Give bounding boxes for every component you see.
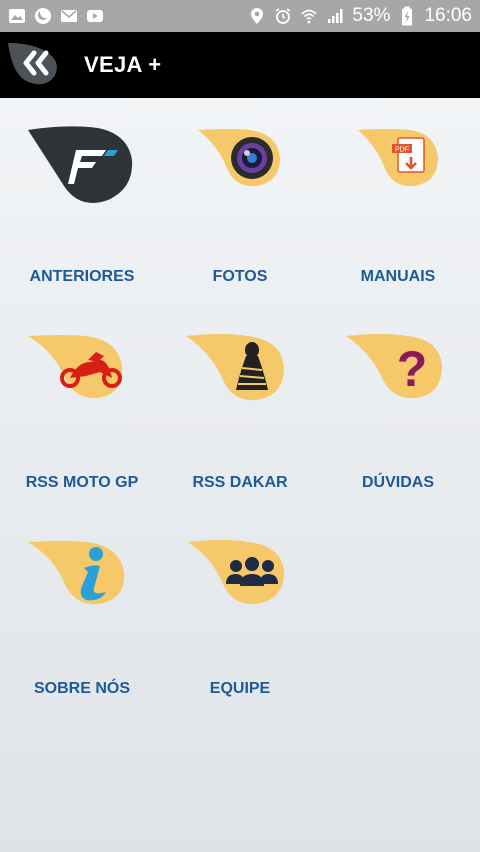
wifi-icon xyxy=(300,7,318,25)
menu-item-duvidas[interactable]: ? DÚVIDAS xyxy=(318,314,478,504)
clock: 16:06 xyxy=(424,5,472,26)
battery-charging-icon xyxy=(398,6,416,26)
motorcycle-icon xyxy=(28,335,123,399)
status-bar-left xyxy=(8,7,104,25)
menu-item-label: EQUIPE xyxy=(209,680,271,697)
mail-icon xyxy=(60,7,78,25)
pdf-download-icon: PDF xyxy=(358,129,438,187)
menu-item-label: DÚVIDAS xyxy=(361,474,434,491)
menu-item-rss-dakar[interactable]: RSS DAKAR xyxy=(160,314,320,504)
moon-app-icon xyxy=(34,7,52,25)
info-icon xyxy=(28,541,125,605)
menu-item-rss-moto-gp[interactable]: RSS MOTO GP xyxy=(2,314,162,504)
youtube-icon xyxy=(86,7,104,25)
status-bar: 53% 16:06 xyxy=(0,0,480,32)
svg-text:PDF: PDF xyxy=(395,147,409,154)
dakar-tuareg-icon xyxy=(186,334,284,401)
question-mark-icon: ? xyxy=(346,334,442,399)
camera-lens-icon xyxy=(198,129,280,187)
menu-item-equipe[interactable]: EQUIPE xyxy=(160,520,320,710)
menu-item-sobre-nos[interactable]: SOBRE NÓS xyxy=(2,520,162,710)
menu-item-anteriores[interactable]: ANTERIORES xyxy=(2,108,162,298)
alarm-icon xyxy=(274,7,292,25)
back-button[interactable] xyxy=(0,32,70,98)
menu-item-label: ANTERIORES xyxy=(29,268,135,285)
menu-item-label: MANUAIS xyxy=(360,268,436,285)
double-chevron-left-icon xyxy=(4,39,66,92)
status-bar-right: 53% 16:06 xyxy=(248,5,472,27)
gallery-icon xyxy=(8,7,26,25)
app-bar: VEJA + xyxy=(0,32,480,98)
signal-icon xyxy=(326,7,344,25)
menu-item-label: RSS DAKAR xyxy=(192,474,288,491)
menu-item-label: RSS MOTO GP xyxy=(25,474,139,491)
page-title: VEJA + xyxy=(84,52,162,77)
brand-logo-icon xyxy=(28,126,133,203)
svg-text:?: ? xyxy=(397,341,428,397)
menu-item-label: SOBRE NÓS xyxy=(33,680,130,697)
menu-grid: ANTERIORES FOTOS PDF MANUAIS RSS MOTO GP… xyxy=(0,98,480,852)
menu-item-fotos[interactable]: FOTOS xyxy=(160,108,320,298)
battery-percent: 53% xyxy=(352,5,391,26)
location-pin-icon xyxy=(248,7,266,25)
menu-item-manuais[interactable]: PDF MANUAIS xyxy=(318,108,478,298)
menu-item-label: FOTOS xyxy=(212,268,268,285)
team-icon xyxy=(188,540,284,605)
